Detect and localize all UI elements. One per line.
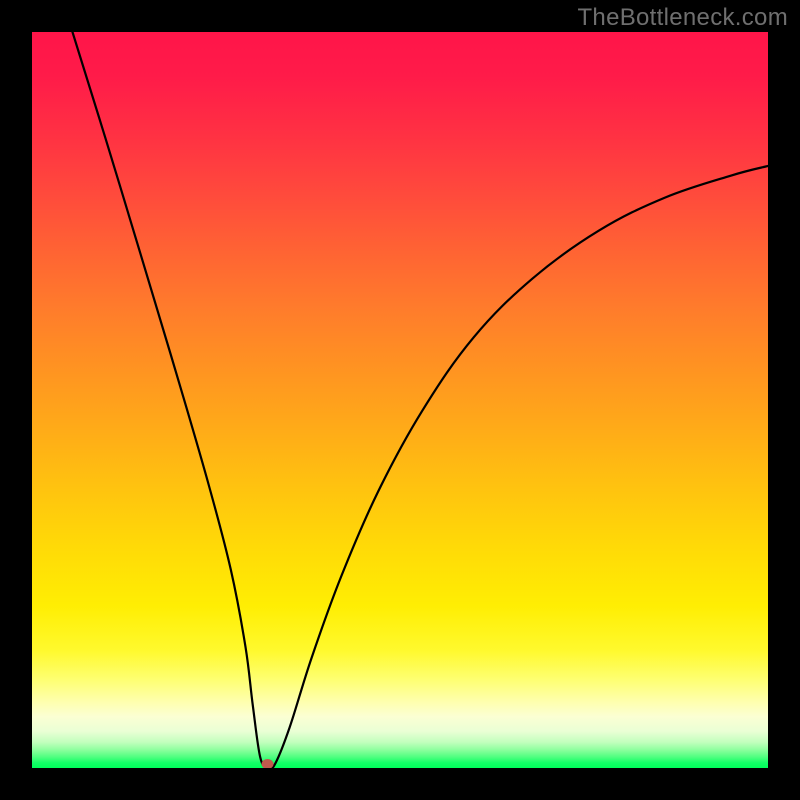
bottleneck-curve-path bbox=[72, 32, 768, 768]
watermark-text: TheBottleneck.com bbox=[577, 4, 788, 32]
curve-minimum-marker bbox=[262, 759, 274, 768]
plot-area bbox=[32, 32, 768, 768]
bottleneck-curve-svg bbox=[32, 32, 768, 768]
